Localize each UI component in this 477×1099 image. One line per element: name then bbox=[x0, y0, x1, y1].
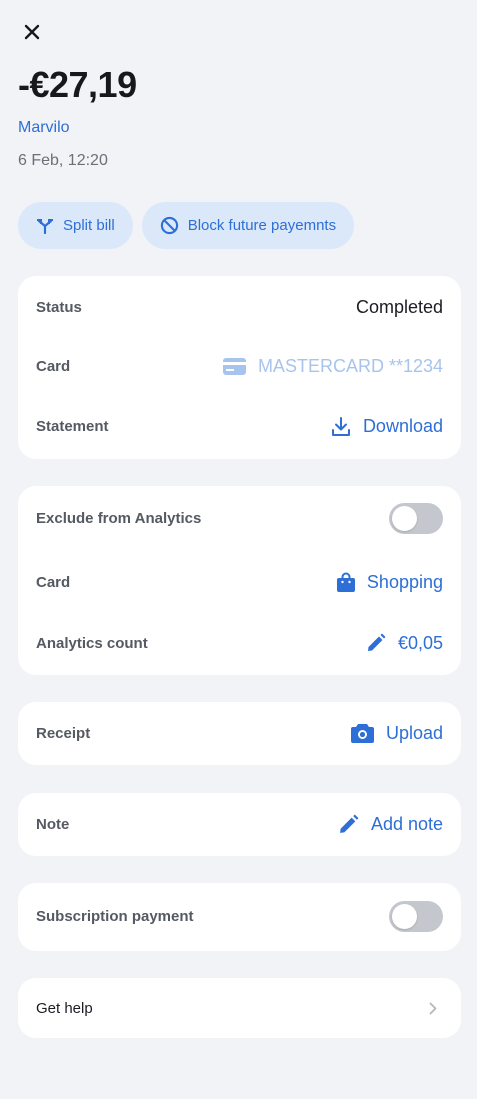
status-label: Status bbox=[36, 298, 82, 316]
block-icon bbox=[160, 216, 179, 235]
block-future-payments-button[interactable]: Block future payemnts bbox=[141, 202, 355, 249]
receipt-card: Receipt Upload bbox=[18, 702, 461, 765]
analytics-count-row: Analytics count €0,05 bbox=[36, 629, 443, 657]
shopping-bag-icon bbox=[336, 572, 355, 592]
action-buttons: Split bill Block future payemnts bbox=[18, 202, 355, 249]
split-bill-button[interactable]: Split bill bbox=[18, 202, 133, 249]
upload-label: Upload bbox=[385, 722, 443, 743]
merchant-link[interactable]: Marvilo bbox=[18, 119, 70, 137]
download-statement-button[interactable]: Download bbox=[331, 416, 443, 437]
download-label: Download bbox=[362, 415, 443, 436]
card-label: Card bbox=[36, 357, 71, 375]
get-help-label: Get help bbox=[36, 999, 93, 1017]
chevron-right-icon bbox=[429, 1002, 437, 1015]
exclude-analytics-row: Exclude from Analytics bbox=[36, 503, 443, 534]
note-row: Note Add note bbox=[36, 810, 443, 838]
add-note-label: Add note bbox=[370, 813, 443, 834]
download-icon bbox=[331, 416, 351, 437]
category-label: Card bbox=[36, 573, 71, 591]
toggle-knob bbox=[392, 904, 417, 929]
analytics-card: Exclude from Analytics Card Shopping Ana… bbox=[18, 486, 461, 675]
analytics-count-label: Analytics count bbox=[36, 634, 148, 652]
transaction-date: 6 Feb, 12:20 bbox=[18, 152, 108, 169]
card-value: MASTERCARD **1234 bbox=[222, 355, 443, 377]
split-bill-label: Split bill bbox=[63, 217, 115, 234]
receipt-row: Receipt Upload bbox=[36, 719, 443, 747]
note-card: Note Add note bbox=[18, 793, 461, 856]
pencil-icon bbox=[366, 633, 386, 653]
category-selector[interactable]: Shopping bbox=[336, 571, 443, 593]
note-label: Note bbox=[36, 815, 70, 833]
analytics-count-value: €0,05 bbox=[397, 632, 443, 653]
card-row: Card MASTERCARD **1234 bbox=[36, 352, 443, 380]
toggle-knob bbox=[392, 506, 417, 531]
get-help-card[interactable]: Get help bbox=[18, 978, 461, 1038]
exclude-analytics-toggle[interactable] bbox=[389, 503, 443, 534]
camera-icon bbox=[350, 723, 374, 743]
subscription-toggle[interactable] bbox=[389, 901, 443, 932]
exclude-analytics-label: Exclude from Analytics bbox=[36, 510, 202, 527]
receipt-label: Receipt bbox=[36, 724, 91, 742]
subscription-row: Subscription payment bbox=[36, 901, 443, 932]
block-future-label: Block future payemnts bbox=[187, 217, 337, 234]
category-row: Card Shopping bbox=[36, 568, 443, 596]
get-help-row: Get help bbox=[36, 994, 443, 1022]
split-icon bbox=[36, 218, 54, 234]
details-card: Status Completed Card MASTERCARD **1234 … bbox=[18, 276, 461, 459]
pencil-icon bbox=[338, 814, 359, 835]
subscription-label: Subscription payment bbox=[36, 908, 194, 925]
category-value: Shopping bbox=[366, 571, 443, 592]
statement-row: Statement Download bbox=[36, 412, 443, 440]
status-value: Completed bbox=[355, 296, 443, 317]
close-icon bbox=[24, 24, 40, 40]
upload-receipt-button[interactable]: Upload bbox=[350, 722, 443, 744]
statement-label: Statement bbox=[36, 417, 109, 435]
card-value-text: MASTERCARD **1234 bbox=[257, 355, 443, 376]
status-row: Status Completed bbox=[36, 293, 443, 321]
edit-analytics-count-button[interactable]: €0,05 bbox=[366, 633, 443, 654]
transaction-amount: -€27,19 bbox=[18, 64, 137, 105]
credit-card-icon bbox=[222, 357, 246, 375]
subscription-card: Subscription payment bbox=[18, 883, 461, 951]
close-button[interactable] bbox=[18, 18, 46, 46]
add-note-button[interactable]: Add note bbox=[338, 814, 443, 835]
